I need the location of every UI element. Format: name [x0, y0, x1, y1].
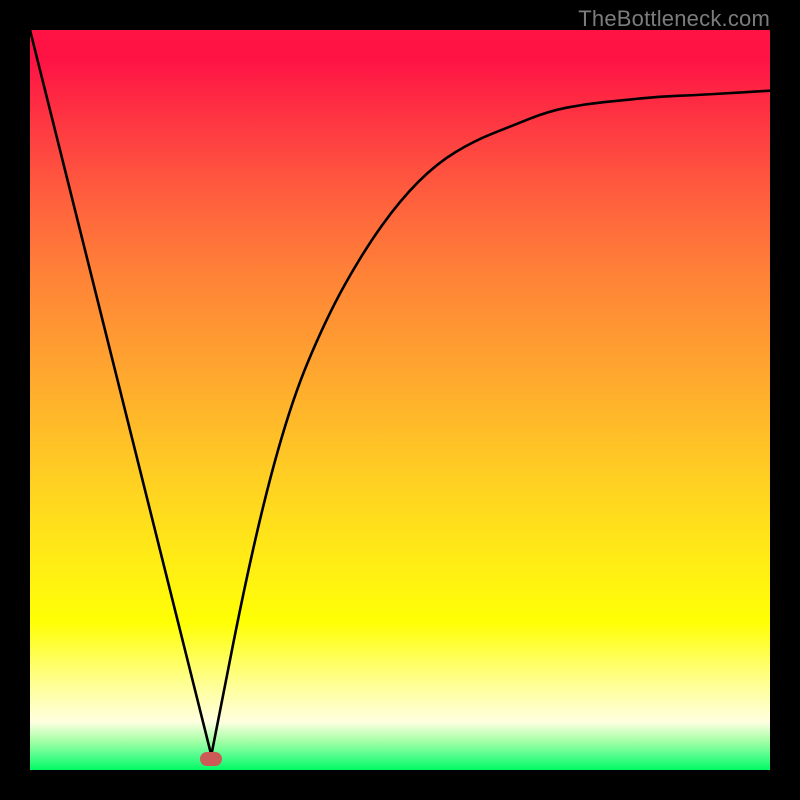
- curve-minimum-marker: [200, 752, 222, 766]
- chart-stage: TheBottleneck.com: [0, 0, 800, 800]
- curve-path: [30, 30, 770, 755]
- bottleneck-curve: [30, 30, 770, 770]
- plot-area: [30, 30, 770, 770]
- watermark-text: TheBottleneck.com: [578, 6, 770, 32]
